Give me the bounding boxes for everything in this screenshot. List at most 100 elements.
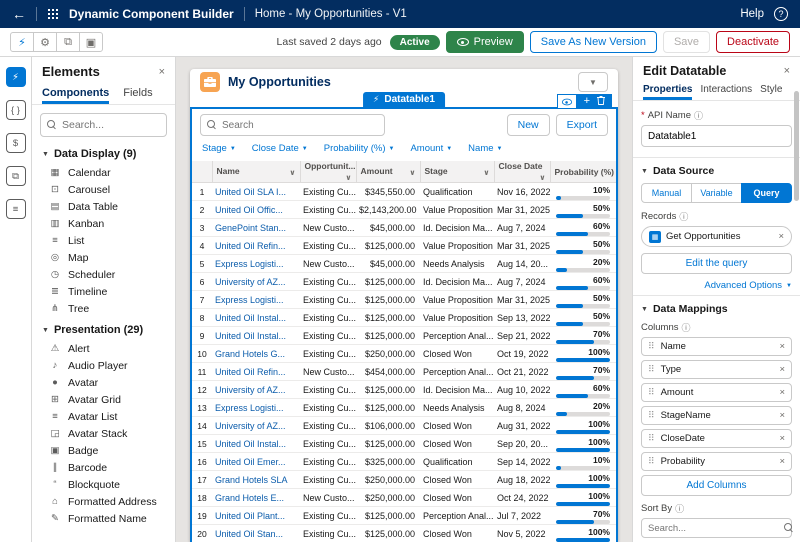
column-header-close-date[interactable]: Close Date∨ — [494, 161, 550, 183]
table-search-input[interactable] — [222, 120, 378, 131]
remove-icon[interactable]: × — [779, 364, 785, 375]
rail-code-button[interactable]: { } — [6, 100, 26, 120]
edit-query-button[interactable]: Edit the query — [641, 253, 792, 274]
column-pill-probability[interactable]: ⠿Probability× — [641, 452, 792, 471]
component-item-badge[interactable]: ▣Badge — [36, 442, 171, 459]
opportunity-name-link[interactable]: United Oil Instal... — [215, 331, 286, 341]
column-pill-name[interactable]: ⠿Name× — [641, 337, 792, 356]
component-item-kanban[interactable]: ▥Kanban — [36, 215, 171, 232]
add-columns-button[interactable]: Add Columns — [641, 475, 792, 496]
opportunity-name-link[interactable]: United Oil Plant... — [215, 511, 285, 521]
add-component-icon[interactable]: + — [584, 96, 590, 107]
opportunity-name-link[interactable]: Express Logisti... — [215, 403, 284, 413]
column-pill-stagename[interactable]: ⠿StageName× — [641, 406, 792, 425]
component-item-formatted-address[interactable]: ⌂Formatted Address — [36, 493, 171, 510]
delete-component-icon[interactable] — [597, 96, 605, 108]
tab-fields[interactable]: Fields — [123, 83, 152, 104]
opportunity-name-link[interactable]: University of AZ... — [215, 277, 286, 287]
mode-query-button[interactable]: Query — [741, 183, 792, 203]
duplicate-tool-button[interactable]: ⧉ — [56, 32, 80, 52]
windows-tool-button[interactable]: ▣ — [79, 32, 103, 52]
help-link[interactable]: Help — [740, 8, 764, 20]
column-pill-type[interactable]: ⠿Type× — [641, 360, 792, 379]
mode-variable-button[interactable]: Variable — [691, 183, 742, 203]
opportunity-name-link[interactable]: United Oil Stan... — [215, 529, 283, 539]
column-header-opportunit[interactable]: Opportunit...∨ — [300, 161, 356, 183]
opportunity-name-link[interactable]: Grand Hotels E... — [215, 493, 284, 503]
data-source-section-header[interactable]: ▼ Data Source — [641, 165, 792, 177]
tab-style[interactable]: Style — [760, 81, 782, 100]
component-item-map[interactable]: ◎Map — [36, 249, 171, 266]
filter-stage[interactable]: Stage▼ — [202, 143, 236, 154]
rail-components-button[interactable]: ⚡ — [6, 67, 26, 87]
drag-handle-icon[interactable]: ⠿ — [648, 387, 655, 398]
elements-search[interactable] — [40, 113, 167, 137]
sort-by-input[interactable] — [648, 523, 780, 534]
component-item-barcode[interactable]: ∥Barcode — [36, 459, 171, 476]
component-item-avatar[interactable]: ●Avatar — [36, 374, 171, 391]
component-item-calendar[interactable]: ▦Calendar — [36, 164, 171, 181]
filter-name[interactable]: Name▼ — [468, 143, 502, 154]
scrollbar[interactable] — [794, 91, 799, 201]
column-header-stage[interactable]: Stage∨ — [420, 161, 494, 183]
visibility-button[interactable] — [557, 94, 577, 109]
app-launcher-icon[interactable] — [47, 8, 59, 20]
column-header-probability[interactable]: Probability (%) — [550, 161, 616, 183]
preview-button[interactable]: Preview — [446, 31, 524, 53]
section-header-data-display-9[interactable]: ▼Data Display (9) — [36, 141, 171, 164]
column-header-amount[interactable]: Amount∨ — [356, 161, 420, 183]
rail-menu-button[interactable]: ≡ — [6, 199, 26, 219]
data-mappings-section-header[interactable]: ▼ Data Mappings — [641, 303, 792, 315]
export-button[interactable]: Export — [556, 114, 608, 136]
column-pill-amount[interactable]: ⠿Amount× — [641, 383, 792, 402]
help-icon[interactable]: ? — [774, 7, 788, 21]
component-item-list[interactable]: ≡List — [36, 232, 171, 249]
opportunity-name-link[interactable]: University of AZ... — [215, 385, 286, 395]
save-as-new-version-button[interactable]: Save As New Version — [530, 31, 657, 53]
opportunity-name-link[interactable]: United Oil Offic... — [215, 205, 283, 215]
component-chip[interactable]: ⚡ Datatable1 — [363, 92, 445, 108]
back-icon[interactable]: ← — [12, 6, 26, 22]
component-item-formatted-name[interactable]: ✎Formatted Name — [36, 510, 171, 527]
opportunity-name-link[interactable]: United Oil SLA I... — [215, 187, 286, 197]
datatable-component[interactable]: ⚡ Datatable1 + New — [190, 107, 618, 542]
component-item-scheduler[interactable]: ◷Scheduler — [36, 266, 171, 283]
remove-icon[interactable]: × — [779, 456, 785, 467]
api-name-input[interactable] — [641, 125, 792, 147]
mode-manual-button[interactable]: Manual — [641, 183, 692, 203]
opportunity-name-link[interactable]: United Oil Refin... — [215, 367, 286, 377]
table-search[interactable] — [200, 114, 385, 136]
component-item-avatar-grid[interactable]: ⊞Avatar Grid — [36, 391, 171, 408]
drag-handle-icon[interactable]: ⠿ — [648, 410, 655, 421]
advanced-options-link[interactable]: Advanced Options ▼ — [641, 280, 792, 291]
opportunity-name-link[interactable]: GenePoint Stan... — [215, 223, 286, 233]
remove-icon[interactable]: × — [779, 410, 785, 421]
remove-icon[interactable]: × — [779, 387, 785, 398]
close-icon[interactable]: × — [159, 66, 165, 78]
opportunity-name-link[interactable]: United Oil Instal... — [215, 439, 286, 449]
opportunity-name-link[interactable]: Express Logisti... — [215, 295, 284, 305]
drag-handle-icon[interactable]: ⠿ — [648, 456, 655, 467]
opportunity-name-link[interactable]: Grand Hotels G... — [215, 349, 285, 359]
drag-handle-icon[interactable]: ⠿ — [648, 341, 655, 352]
tab-properties[interactable]: Properties — [643, 81, 692, 100]
sort-by-search[interactable] — [641, 518, 792, 538]
elements-search-input[interactable] — [62, 119, 160, 131]
component-item-data-table[interactable]: ▤Data Table — [36, 198, 171, 215]
opportunity-name-link[interactable]: University of AZ... — [215, 421, 286, 431]
opportunity-name-link[interactable]: Grand Hotels SLA — [215, 475, 288, 485]
opportunity-name-link[interactable]: United Oil Emer... — [215, 457, 286, 467]
rail-variables-button[interactable]: $ — [6, 133, 26, 153]
component-item-avatar-stack[interactable]: ◲Avatar Stack — [36, 425, 171, 442]
close-icon[interactable]: × — [784, 65, 790, 77]
remove-icon[interactable]: × — [778, 231, 784, 242]
remove-icon[interactable]: × — [779, 341, 785, 352]
column-header-name[interactable]: Name∨ — [212, 161, 300, 183]
opportunity-name-link[interactable]: Express Logisti... — [215, 259, 284, 269]
remove-icon[interactable]: × — [779, 433, 785, 444]
section-header-presentation-29[interactable]: ▼Presentation (29) — [36, 317, 171, 340]
opportunity-name-link[interactable]: United Oil Instal... — [215, 313, 286, 323]
component-item-alert[interactable]: ⚠Alert — [36, 340, 171, 357]
tab-components[interactable]: Components — [42, 83, 109, 104]
column-pill-closedate[interactable]: ⠿CloseDate× — [641, 429, 792, 448]
